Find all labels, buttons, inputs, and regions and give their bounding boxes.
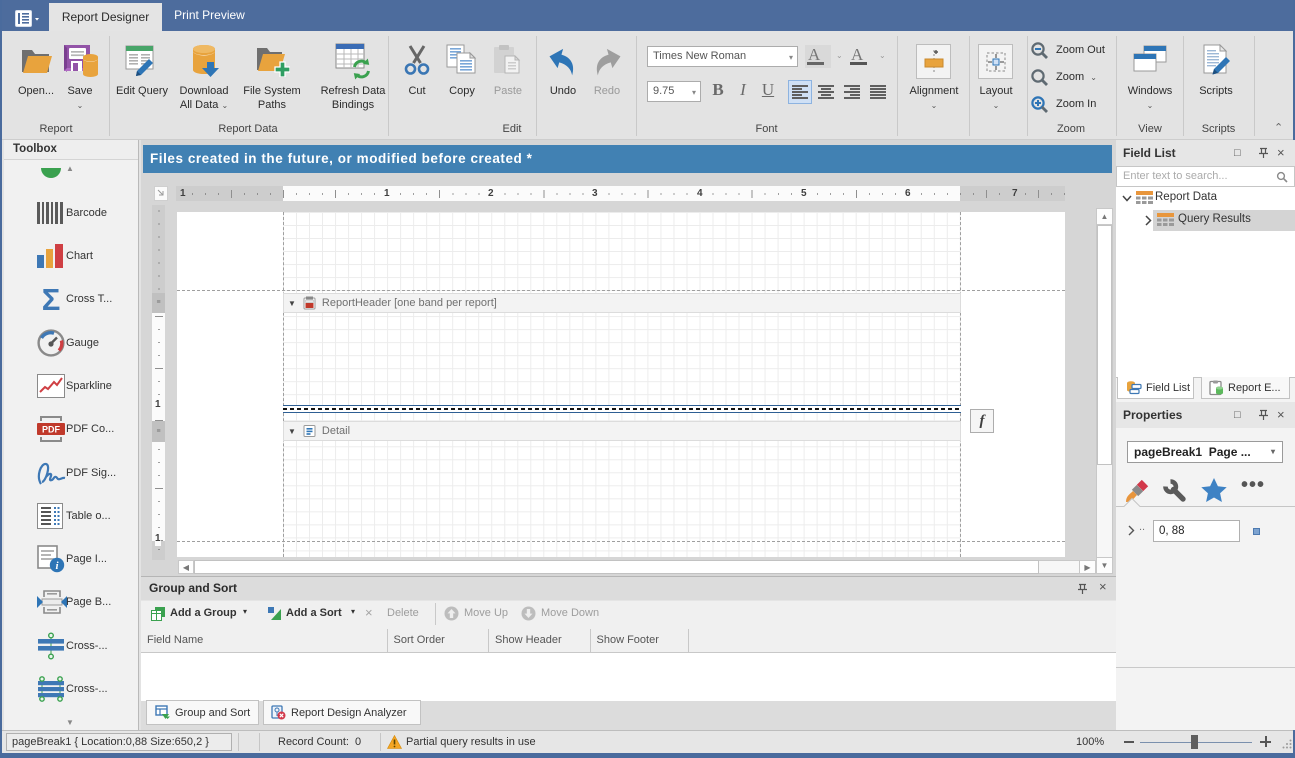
svg-text:Σ: Σ (42, 285, 61, 313)
svg-text:PDF: PDF (42, 424, 61, 434)
